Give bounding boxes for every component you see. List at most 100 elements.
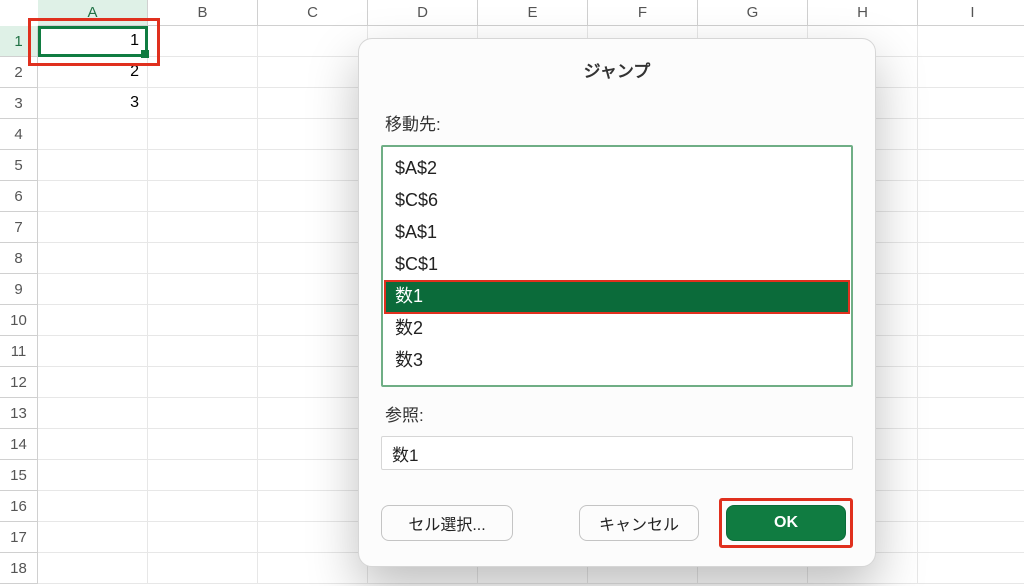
cell-A9[interactable]: [38, 274, 148, 305]
column-header-G[interactable]: G: [698, 0, 808, 26]
row-header-4[interactable]: 4: [0, 119, 38, 150]
cell-B13[interactable]: [148, 398, 258, 429]
cell-B17[interactable]: [148, 522, 258, 553]
cell-C5[interactable]: [258, 150, 368, 181]
cell-C2[interactable]: [258, 57, 368, 88]
reference-input[interactable]: [381, 436, 853, 470]
cell-B14[interactable]: [148, 429, 258, 460]
cell-C15[interactable]: [258, 460, 368, 491]
cell-C8[interactable]: [258, 243, 368, 274]
special-button[interactable]: セル選択...: [381, 505, 513, 541]
destination-item[interactable]: $C$1: [385, 249, 849, 281]
cell-A15[interactable]: [38, 460, 148, 491]
cell-I4[interactable]: [918, 119, 1024, 150]
row-header-6[interactable]: 6: [0, 181, 38, 212]
cell-I14[interactable]: [918, 429, 1024, 460]
cell-B6[interactable]: [148, 181, 258, 212]
cell-C12[interactable]: [258, 367, 368, 398]
cell-I3[interactable]: [918, 88, 1024, 119]
destination-item[interactable]: 数2: [385, 313, 849, 345]
column-header-E[interactable]: E: [478, 0, 588, 26]
cell-I2[interactable]: [918, 57, 1024, 88]
cell-A10[interactable]: [38, 305, 148, 336]
cell-A7[interactable]: [38, 212, 148, 243]
ok-button[interactable]: OK: [726, 505, 846, 541]
cell-C17[interactable]: [258, 522, 368, 553]
cell-B15[interactable]: [148, 460, 258, 491]
cell-I6[interactable]: [918, 181, 1024, 212]
row-header-3[interactable]: 3: [0, 88, 38, 119]
cell-C3[interactable]: [258, 88, 368, 119]
row-header-9[interactable]: 9: [0, 274, 38, 305]
cell-C13[interactable]: [258, 398, 368, 429]
cell-I15[interactable]: [918, 460, 1024, 491]
cell-I10[interactable]: [918, 305, 1024, 336]
row-header-1[interactable]: 1: [0, 26, 38, 57]
cell-A3[interactable]: 3: [38, 88, 148, 119]
cell-C14[interactable]: [258, 429, 368, 460]
cell-C18[interactable]: [258, 553, 368, 584]
column-header-H[interactable]: H: [808, 0, 918, 26]
row-header-8[interactable]: 8: [0, 243, 38, 274]
cell-C16[interactable]: [258, 491, 368, 522]
row-header-7[interactable]: 7: [0, 212, 38, 243]
row-header-2[interactable]: 2: [0, 57, 38, 88]
cell-B3[interactable]: [148, 88, 258, 119]
cell-B7[interactable]: [148, 212, 258, 243]
cell-A11[interactable]: [38, 336, 148, 367]
column-header-D[interactable]: D: [368, 0, 478, 26]
cell-A17[interactable]: [38, 522, 148, 553]
row-header-14[interactable]: 14: [0, 429, 38, 460]
destination-item[interactable]: $A$1: [385, 217, 849, 249]
cell-B11[interactable]: [148, 336, 258, 367]
cell-A2[interactable]: 2: [38, 57, 148, 88]
row-header-10[interactable]: 10: [0, 305, 38, 336]
column-header-B[interactable]: B: [148, 0, 258, 26]
destination-item[interactable]: 数3: [385, 345, 849, 377]
row-header-15[interactable]: 15: [0, 460, 38, 491]
destination-item[interactable]: $C$6: [385, 185, 849, 217]
cell-I7[interactable]: [918, 212, 1024, 243]
cell-A18[interactable]: [38, 553, 148, 584]
cell-C11[interactable]: [258, 336, 368, 367]
cell-A4[interactable]: [38, 119, 148, 150]
cell-I12[interactable]: [918, 367, 1024, 398]
row-header-5[interactable]: 5: [0, 150, 38, 181]
cancel-button[interactable]: キャンセル: [579, 505, 699, 541]
row-header-17[interactable]: 17: [0, 522, 38, 553]
column-header-C[interactable]: C: [258, 0, 368, 26]
cell-C1[interactable]: [258, 26, 368, 57]
cell-A13[interactable]: [38, 398, 148, 429]
cell-B18[interactable]: [148, 553, 258, 584]
cell-B4[interactable]: [148, 119, 258, 150]
row-header-11[interactable]: 11: [0, 336, 38, 367]
cell-I1[interactable]: [918, 26, 1024, 57]
cell-A12[interactable]: [38, 367, 148, 398]
cell-B8[interactable]: [148, 243, 258, 274]
cell-I9[interactable]: [918, 274, 1024, 305]
cell-C10[interactable]: [258, 305, 368, 336]
cell-B9[interactable]: [148, 274, 258, 305]
destination-list[interactable]: $A$2$C$6$A$1$C$1数1数2数3: [381, 145, 853, 387]
cell-I17[interactable]: [918, 522, 1024, 553]
cell-B12[interactable]: [148, 367, 258, 398]
cell-C4[interactable]: [258, 119, 368, 150]
cell-C6[interactable]: [258, 181, 368, 212]
cell-A5[interactable]: [38, 150, 148, 181]
cell-I5[interactable]: [918, 150, 1024, 181]
cell-B2[interactable]: [148, 57, 258, 88]
destination-item[interactable]: $A$2: [385, 153, 849, 185]
cell-I8[interactable]: [918, 243, 1024, 274]
cell-C7[interactable]: [258, 212, 368, 243]
cell-B10[interactable]: [148, 305, 258, 336]
cell-A6[interactable]: [38, 181, 148, 212]
cell-A16[interactable]: [38, 491, 148, 522]
cell-A8[interactable]: [38, 243, 148, 274]
cell-B16[interactable]: [148, 491, 258, 522]
destination-item[interactable]: 数1: [385, 281, 849, 313]
row-header-18[interactable]: 18: [0, 553, 38, 584]
select-all-corner[interactable]: [0, 0, 38, 26]
column-header-F[interactable]: F: [588, 0, 698, 26]
cell-I13[interactable]: [918, 398, 1024, 429]
cell-B5[interactable]: [148, 150, 258, 181]
